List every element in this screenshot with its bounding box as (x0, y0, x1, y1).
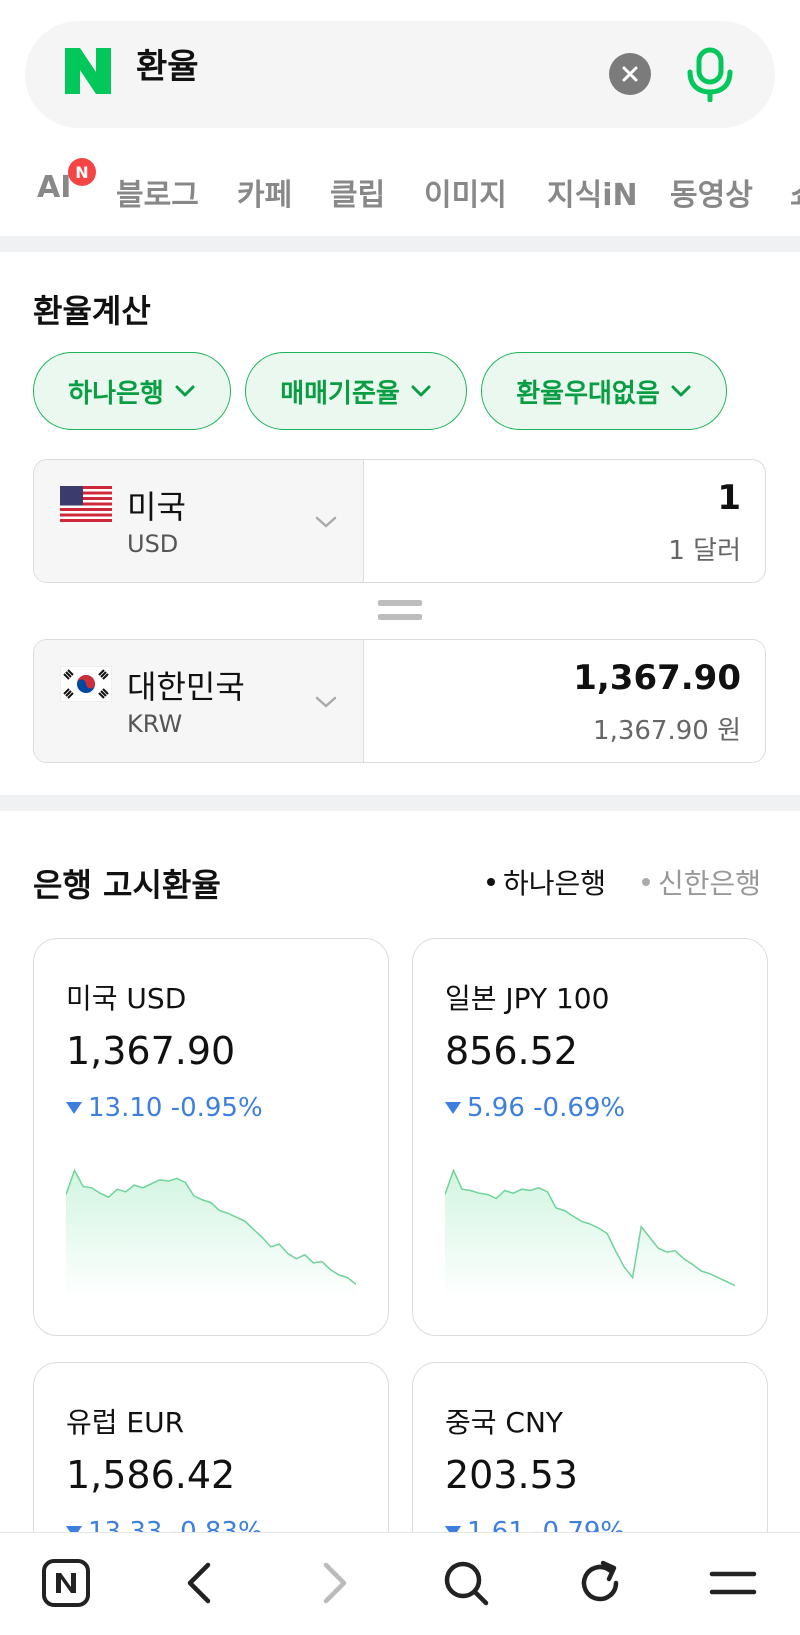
search-query[interactable]: 환율 (136, 50, 199, 84)
clear-search-button[interactable] (609, 53, 651, 95)
trend-chart (445, 1168, 735, 1299)
mic-icon[interactable] (683, 46, 737, 102)
rate-type-chip[interactable]: 매매기준율 (245, 352, 467, 430)
down-triangle-icon (66, 1102, 82, 1114)
equals-icon (378, 600, 422, 622)
chevron-down-icon (315, 516, 337, 528)
trend-chart (66, 1168, 356, 1299)
rate-type-label: 매매기준율 (280, 378, 400, 409)
to-currency-name: 대한민국 (127, 668, 245, 706)
calculator-title: 환율계산 (33, 292, 151, 330)
tab-blog[interactable]: 블로그 (116, 170, 199, 214)
rate-card-jpy[interactable]: 일본 JPY 100 856.52 5.96 -0.69% (412, 938, 768, 1336)
chevron-down-icon (175, 385, 195, 397)
bank-option-hana[interactable]: 하나은행 (487, 862, 606, 902)
kr-flag-icon (60, 666, 112, 702)
from-amount-text: 1 달러 (668, 536, 741, 566)
from-currency-code: USD (127, 530, 179, 558)
preferential-rate-label: 환율우대없음 (516, 378, 660, 409)
rate-card-usd[interactable]: 미국 USD 1,367.90 13.10 -0.95% (33, 938, 389, 1336)
card-rate-value: 1,367.90 (66, 1029, 236, 1073)
bank-filter-chip[interactable]: 하나은행 (33, 352, 231, 430)
from-currency-name: 미국 (127, 488, 186, 526)
bank-option-label: 신한은행 (658, 867, 762, 900)
selected-dot (487, 878, 495, 886)
trend-area (66, 1170, 356, 1299)
card-rate-change: 13.10 -0.95% (66, 1093, 263, 1123)
from-currency-row: 미국 USD 1 1 달러 (33, 459, 766, 583)
card-rate-change-text: 5.96 -0.69% (467, 1093, 626, 1123)
card-currency-title: 중국 CNY (445, 1406, 564, 1439)
bottom-nav-bar (0, 1532, 800, 1635)
close-icon (622, 66, 638, 82)
from-amount-input[interactable]: 1 (717, 478, 741, 518)
card-rate-value: 203.53 (445, 1453, 578, 1497)
chevron-down-icon (671, 385, 691, 397)
tab-shopping[interactable]: 쇼 (790, 170, 800, 214)
to-amount-text: 1,367.90 원 (593, 716, 741, 746)
preferential-rate-chip[interactable]: 환율우대없음 (481, 352, 727, 430)
back-icon[interactable] (172, 1555, 228, 1611)
bank-option-shinhan[interactable]: 신한은행 (642, 862, 761, 902)
to-amount-input[interactable]: 1,367.90 (573, 658, 741, 698)
card-rate-change-text: 13.10 -0.95% (88, 1093, 263, 1123)
bank-filter-label: 하나은행 (68, 378, 164, 409)
section-divider (0, 795, 800, 811)
card-rate-value: 856.52 (445, 1029, 578, 1073)
refresh-icon[interactable] (572, 1555, 628, 1611)
from-currency-select[interactable]: 미국 USD (34, 460, 364, 582)
tab-cafe[interactable]: 카페 (237, 170, 292, 214)
bank-rates-title: 은행 고시환율 (33, 866, 221, 904)
naver-home-icon[interactable] (38, 1555, 94, 1611)
search-icon[interactable] (438, 1555, 494, 1611)
tab-ai[interactable]: AI (37, 170, 71, 205)
section-divider (0, 236, 800, 252)
forward-icon[interactable] (306, 1555, 362, 1611)
trend-area (445, 1170, 735, 1299)
new-badge: N (68, 158, 96, 186)
us-flag-icon (60, 486, 112, 522)
menu-icon[interactable] (705, 1555, 761, 1611)
to-currency-row: 대한민국 KRW 1,367.90 1,367.90 원 (33, 639, 766, 763)
down-triangle-icon (445, 1102, 461, 1114)
card-currency-title: 일본 JPY 100 (445, 982, 610, 1015)
card-currency-title: 미국 USD (66, 982, 187, 1015)
tab-clip[interactable]: 클립 (330, 170, 385, 214)
bank-option-label: 하나은행 (503, 867, 607, 900)
to-currency-code: KRW (127, 710, 183, 738)
card-rate-value: 1,586.42 (66, 1453, 236, 1497)
card-rate-change: 5.96 -0.69% (445, 1093, 625, 1123)
tab-video[interactable]: 동영상 (670, 170, 753, 214)
chevron-down-icon (411, 385, 431, 397)
search-tabs: AI N 블로그 카페 클립 이미지 지식iN 동영상 쇼 (0, 150, 800, 230)
card-currency-title: 유럽 EUR (66, 1406, 185, 1439)
chevron-down-icon (315, 696, 337, 708)
to-currency-select[interactable]: 대한민국 KRW (34, 640, 364, 762)
unselected-dot (642, 878, 650, 886)
tab-image[interactable]: 이미지 (424, 170, 507, 214)
naver-logo[interactable] (65, 48, 111, 94)
tab-kin[interactable]: 지식iN (547, 170, 638, 214)
